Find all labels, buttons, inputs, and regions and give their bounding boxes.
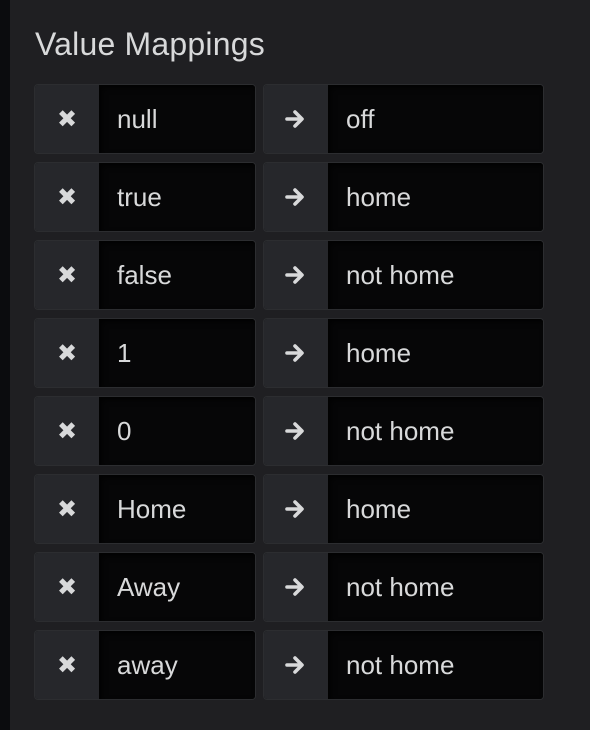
remove-mapping-button[interactable]: ✖ [35, 85, 99, 153]
remove-mapping-button[interactable]: ✖ [35, 397, 99, 465]
close-icon[interactable]: ✖ [57, 105, 77, 134]
mapping-from-input[interactable] [99, 631, 255, 699]
mapping-to-group [263, 318, 544, 388]
left-edge-divider [0, 0, 10, 730]
mapping-from-group: ✖ [34, 474, 256, 544]
arrow-right-icon [264, 553, 328, 621]
mapping-to-group [263, 162, 544, 232]
mapping-to-input[interactable] [328, 397, 543, 465]
mapping-to-input[interactable] [328, 631, 543, 699]
mapping-to-input[interactable] [328, 475, 543, 543]
mapping-to-group [263, 240, 544, 310]
close-icon[interactable]: ✖ [57, 339, 77, 368]
arrow-right-icon [264, 85, 328, 153]
mapping-to-group [263, 474, 544, 544]
mapping-from-input[interactable] [99, 475, 255, 543]
mapping-to-group [263, 630, 544, 700]
remove-mapping-button[interactable]: ✖ [35, 553, 99, 621]
mapping-from-input[interactable] [99, 319, 255, 387]
arrow-right-icon [264, 475, 328, 543]
mapping-to-input[interactable] [328, 241, 543, 309]
mapping-to-input[interactable] [328, 163, 543, 231]
mapping-from-group: ✖ [34, 396, 256, 466]
arrow-right-icon [264, 163, 328, 231]
arrow-right-icon [264, 241, 328, 309]
mapping-to-group [263, 552, 544, 622]
mapping-to-input[interactable] [328, 319, 543, 387]
remove-mapping-button[interactable]: ✖ [35, 475, 99, 543]
arrow-right-icon [264, 397, 328, 465]
close-icon[interactable]: ✖ [57, 183, 77, 212]
close-icon[interactable]: ✖ [57, 495, 77, 524]
close-icon[interactable]: ✖ [57, 573, 77, 602]
mapping-from-group: ✖ [34, 630, 256, 700]
mapping-from-input[interactable] [99, 553, 255, 621]
mapping-from-group: ✖ [34, 84, 256, 154]
mapping-from-input[interactable] [99, 397, 255, 465]
mapping-to-input[interactable] [328, 85, 543, 153]
mapping-from-group: ✖ [34, 162, 256, 232]
remove-mapping-button[interactable]: ✖ [35, 163, 99, 231]
remove-mapping-button[interactable]: ✖ [35, 631, 99, 699]
mapping-from-input[interactable] [99, 85, 255, 153]
remove-mapping-button[interactable]: ✖ [35, 319, 99, 387]
mapping-from-group: ✖ [34, 240, 256, 310]
mapping-from-input[interactable] [99, 241, 255, 309]
remove-mapping-button[interactable]: ✖ [35, 241, 99, 309]
mapping-to-group [263, 84, 544, 154]
arrow-right-icon [264, 319, 328, 387]
mapping-to-input[interactable] [328, 553, 543, 621]
close-icon[interactable]: ✖ [57, 417, 77, 446]
mapping-from-group: ✖ [34, 552, 256, 622]
close-icon[interactable]: ✖ [57, 261, 77, 290]
arrow-right-icon [264, 631, 328, 699]
close-icon[interactable]: ✖ [57, 651, 77, 680]
mapping-from-input[interactable] [99, 163, 255, 231]
mapping-from-group: ✖ [34, 318, 256, 388]
mapping-to-group [263, 396, 544, 466]
section-title: Value Mappings [35, 26, 265, 62]
value-mappings-panel: Value Mappings ✖ ✖ [10, 0, 590, 730]
